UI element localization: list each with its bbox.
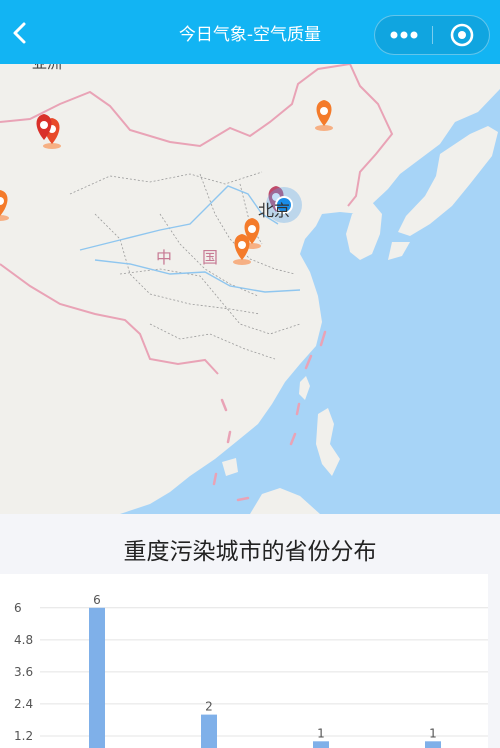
map-view[interactable]: 亚洲 中 国 — [0, 64, 500, 514]
bar-value-label: 2 — [205, 700, 213, 714]
bar-value-label: 1 — [317, 726, 325, 740]
navigation-bar: 今日气象-空气质量 — [0, 0, 500, 64]
chart-bar[interactable] — [89, 607, 105, 748]
bar-value-label: 6 — [93, 593, 101, 607]
bar-chart-canvas: 1.2 2.4 3.6 4.8 6 6 2 1 1 — [14, 593, 488, 748]
y-tick-label: 3.6 — [14, 665, 33, 679]
chart-bar[interactable] — [425, 741, 441, 748]
country-label-zhong: 中 — [156, 248, 172, 267]
y-tick-label: 4.8 — [14, 633, 33, 647]
asia-label: 亚洲 — [32, 64, 62, 72]
y-tick-label: 6 — [14, 601, 22, 615]
more-dots-icon — [390, 31, 418, 39]
city-label-beijing: 北京 — [258, 201, 290, 220]
close-button[interactable] — [433, 16, 491, 54]
mini-program-capsule — [374, 15, 490, 55]
bar-value-label: 1 — [429, 726, 437, 740]
more-button[interactable] — [375, 16, 433, 54]
target-circle-icon — [450, 23, 474, 47]
bar-chart: 1.2 2.4 3.6 4.8 6 6 2 1 1 — [0, 574, 488, 748]
y-tick-label: 2.4 — [14, 697, 33, 711]
chart-title: 重度污染城市的省份分布 — [123, 539, 377, 565]
chart-panel: 重度污染城市的省份分布 1.2 2.4 3.6 4.8 6 6 2 1 1 — [0, 514, 500, 748]
country-label-guo: 国 — [202, 248, 218, 267]
y-tick-label: 1.2 — [14, 729, 33, 743]
chart-bar[interactable] — [313, 741, 329, 748]
chart-bar[interactable] — [201, 714, 217, 748]
